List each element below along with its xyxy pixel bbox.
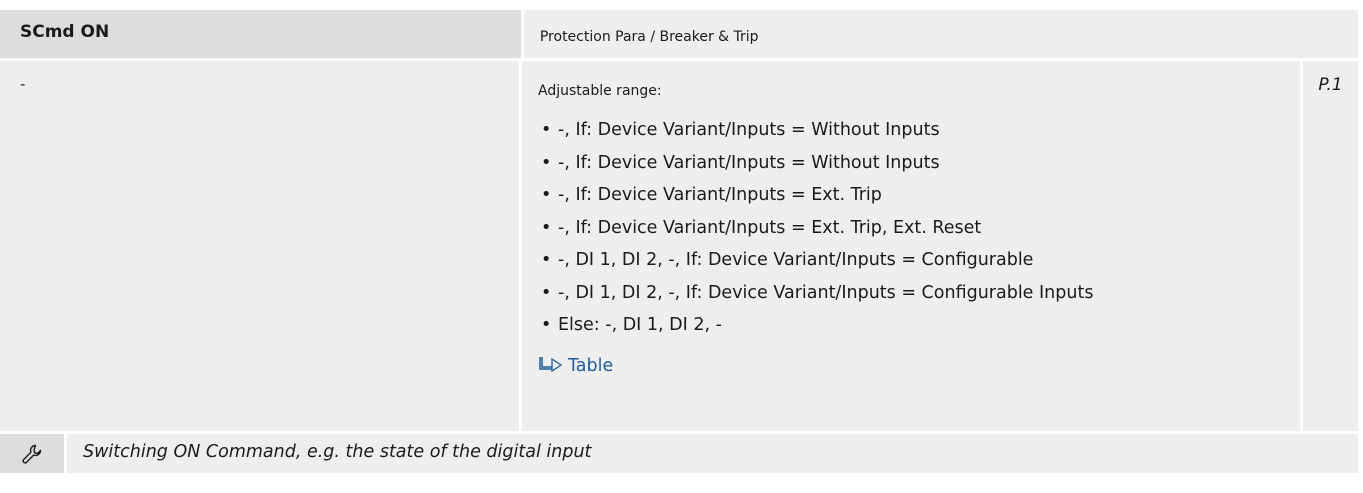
adjustable-range-cell: Adjustable range: • -, If: Device Variant… <box>522 61 1300 431</box>
parameter-name: SCmd ON <box>0 10 521 58</box>
bullet-icon: • <box>541 120 552 140</box>
range-item-text: -, DI 1, DI 2, -, If: Device Variant/Inp… <box>558 250 1034 270</box>
list-item: • -, DI 1, DI 2, -, If: Device Variant/In… <box>538 282 1300 315</box>
parameter-description: Switching ON Command, e.g. the state of … <box>67 434 1358 473</box>
range-list: • -, If: Device Variant/Inputs = Without … <box>538 119 1300 347</box>
parameter-table: SCmd ON Protection Para / Breaker & Trip… <box>0 10 1358 473</box>
bullet-icon: • <box>541 152 552 173</box>
table-reference-arrow-icon <box>538 356 564 377</box>
range-item-text: -, If: Device Variant/Inputs = Without I… <box>558 152 940 173</box>
default-value: - <box>0 61 519 431</box>
list-item: • -, If: Device Variant/Inputs = Ext. Tri… <box>538 217 1300 250</box>
header-row: SCmd ON Protection Para / Breaker & Trip <box>0 10 1358 58</box>
range-item-text: -, If: Device Variant/Inputs = Ext. Trip… <box>558 217 982 238</box>
bullet-icon: • <box>541 185 552 205</box>
menu-path: Protection Para / Breaker & Trip <box>523 10 1358 58</box>
range-item-text: -, If: Device Variant/Inputs = Without I… <box>558 120 940 140</box>
range-item-text: -, If: Device Variant/Inputs = Ext. Trip <box>558 185 882 205</box>
list-item: • Else: -, DI 1, DI 2, - <box>538 314 1300 347</box>
list-item: • -, If: Device Variant/Inputs = Without … <box>538 152 1300 185</box>
range-item-text: -, DI 1, DI 2, -, If: Device Variant/Inp… <box>558 282 1094 303</box>
table-link-label[interactable]: Table <box>568 356 613 376</box>
bullet-icon: • <box>541 282 552 303</box>
bullet-icon: • <box>541 250 552 270</box>
wrench-icon <box>0 434 64 473</box>
description-row: Switching ON Command, e.g. the state of … <box>0 434 1358 473</box>
access-level: P.1 <box>1303 61 1358 431</box>
range-item-text: Else: -, DI 1, DI 2, - <box>558 315 722 335</box>
list-item: • -, DI 1, DI 2, -, If: Device Variant/In… <box>538 249 1300 282</box>
bullet-icon: • <box>541 315 552 335</box>
body-row: - Adjustable range: • -, If: Device Varia… <box>0 61 1358 431</box>
list-item: • -, If: Device Variant/Inputs = Without … <box>538 119 1300 152</box>
bullet-icon: • <box>541 217 552 238</box>
table-link[interactable]: Table <box>538 356 1300 377</box>
range-title: Adjustable range: <box>538 83 662 99</box>
list-item: • -, If: Device Variant/Inputs = Ext. Tri… <box>538 184 1300 217</box>
